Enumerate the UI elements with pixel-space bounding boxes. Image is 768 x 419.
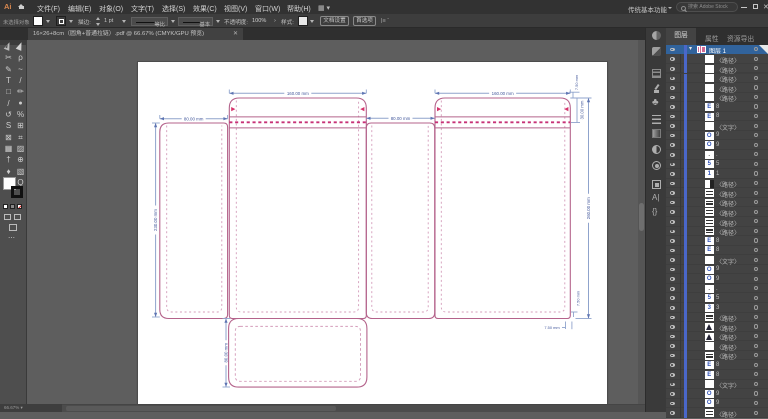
svg-text:230.00 mm: 230.00 mm (153, 208, 158, 230)
svg-text:7.50 mm: 7.50 mm (576, 290, 581, 305)
svg-text:7.50 mm: 7.50 mm (574, 74, 579, 89)
svg-text:30.00 mm: 30.00 mm (580, 100, 585, 119)
svg-text:260.00 mm: 260.00 mm (586, 196, 591, 218)
svg-text:80.00 mm: 80.00 mm (184, 116, 204, 121)
svg-text:80.00 mm: 80.00 mm (224, 342, 229, 362)
svg-text:160.00 mm: 160.00 mm (287, 90, 309, 95)
svg-text:7.50 mm: 7.50 mm (544, 325, 559, 330)
svg-text:80.00 mm: 80.00 mm (391, 115, 411, 120)
svg-text:160.00 mm: 160.00 mm (492, 90, 514, 95)
